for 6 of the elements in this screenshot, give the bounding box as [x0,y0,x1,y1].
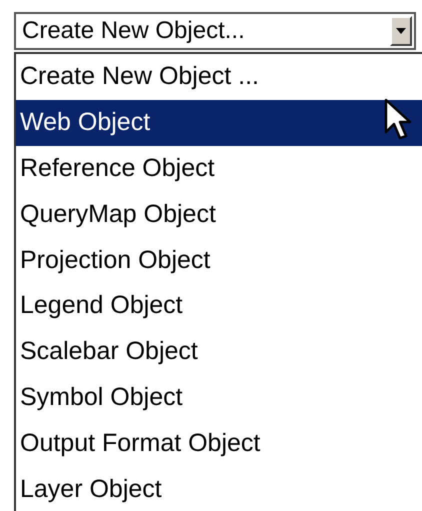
select-field[interactable]: Create New Object... [14,12,416,50]
dropdown-button[interactable] [390,16,412,46]
caret-icon [396,28,406,34]
dropdown-option[interactable]: Web Object [16,100,422,146]
select-value: Create New Object... [21,19,246,43]
mouse-pointer-icon [384,98,412,140]
